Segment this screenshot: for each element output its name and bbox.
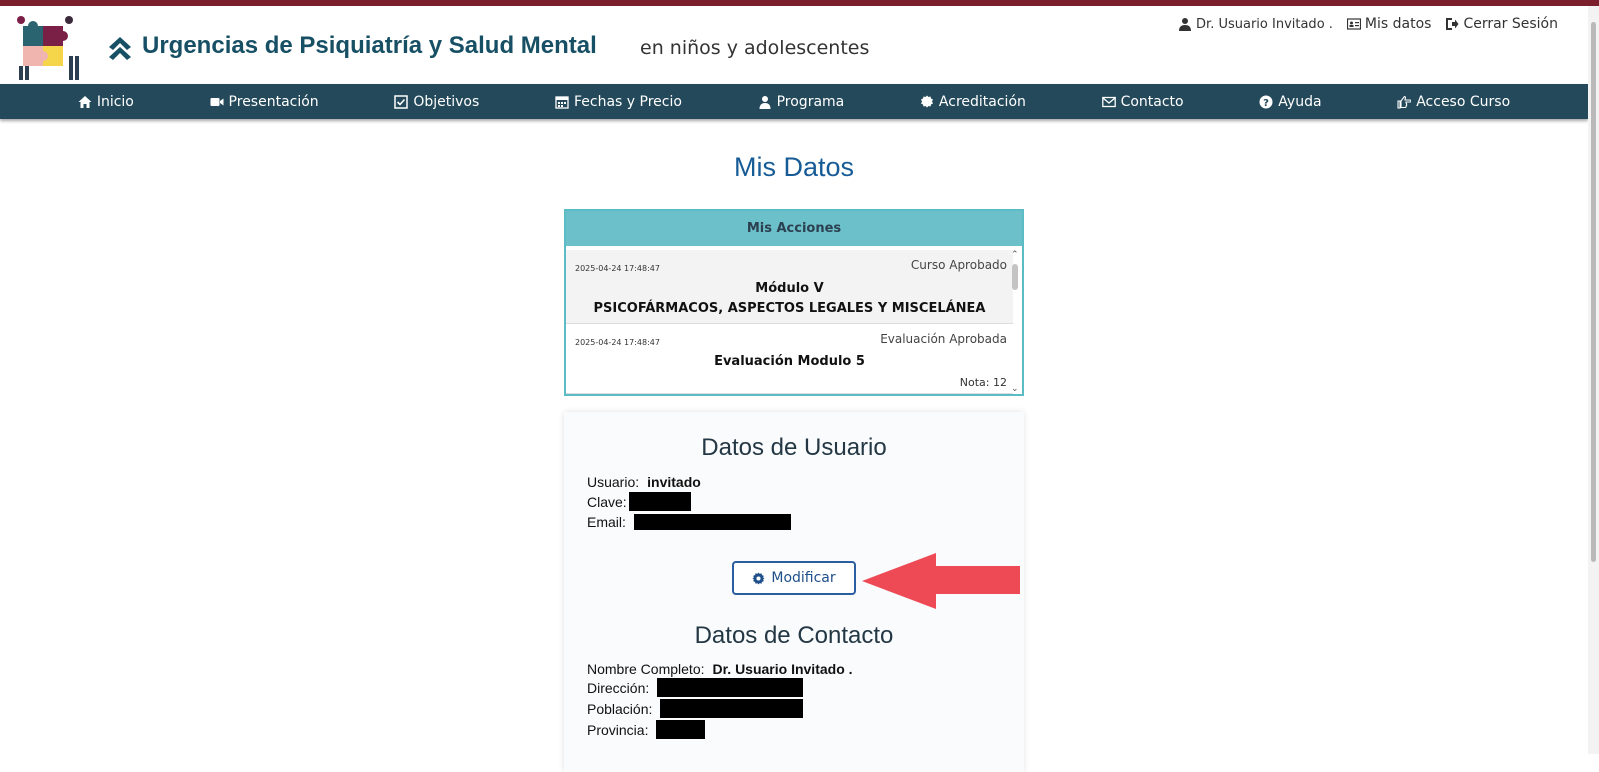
action-status: Curso Aprobado	[910, 258, 1007, 272]
user-data-heading: Datos de Usuario	[701, 434, 887, 461]
main-nav: Inicio Presentación Objetivos Fechas y P…	[0, 84, 1588, 119]
current-user-name: Dr. Usuario Invitado .	[1196, 16, 1333, 32]
nav-item-fechas[interactable]: Fechas y Precio	[555, 94, 682, 110]
fullname-value: Dr. Usuario Invitado .	[712, 661, 853, 677]
check-square-icon	[394, 94, 409, 109]
nav-item-objetivos[interactable]: Objetivos	[394, 94, 479, 110]
double-chevron-up-icon	[109, 37, 131, 60]
password-row: Clave:	[587, 492, 691, 511]
action-date: 2025-04-24 17:48:47	[575, 264, 660, 273]
action-date: 2025-04-24 17:48:47	[575, 338, 660, 347]
scroll-up-icon[interactable]: ⌃	[1011, 250, 1019, 260]
nav-label: Ayuda	[1278, 93, 1322, 110]
redacted-email	[633, 514, 791, 530]
site-title: Urgencias de Psiquiatría y Salud Mental	[142, 32, 597, 59]
actions-scrollbar-thumb[interactable]	[1012, 264, 1018, 290]
hand-point-right-icon	[1397, 95, 1412, 109]
actions-panel: Mis Acciones 2025-04-24 17:48:47 Curso A…	[564, 209, 1024, 396]
logout-link[interactable]: Cerrar Sesión	[1445, 16, 1558, 32]
email-row: Email:	[587, 514, 791, 530]
town-label: Población:	[587, 700, 653, 717]
nav-item-ayuda[interactable]: ? Ayuda	[1259, 93, 1322, 110]
user-icon	[1179, 18, 1192, 31]
puzzle-people-logo	[17, 16, 79, 80]
video-icon	[210, 97, 224, 106]
sign-out-icon	[1446, 18, 1459, 30]
site-header: Urgencias de Psiquiatría y Salud Mental …	[0, 6, 1588, 84]
province-row: Provincia:	[587, 720, 706, 739]
username-value: invitado	[647, 474, 701, 490]
scroll-down-icon[interactable]: ⌄	[1011, 384, 1019, 394]
nav-item-presentacion[interactable]: Presentación	[210, 94, 319, 110]
fullname-row: Nombre Completo: Dr. Usuario Invitado .	[587, 661, 853, 677]
logout-label: Cerrar Sesión	[1463, 16, 1558, 32]
nav-label: Programa	[776, 93, 845, 110]
nav-item-programa[interactable]: Programa	[758, 93, 845, 110]
town-row: Población:	[587, 699, 804, 718]
nav-label: Acceso Curso	[1416, 93, 1511, 110]
current-user: Dr. Usuario Invitado .	[1178, 17, 1333, 32]
nav-label: Contacto	[1120, 93, 1184, 110]
fullname-label: Nombre Completo:	[587, 661, 705, 677]
redacted-town	[660, 699, 804, 718]
nav-item-inicio[interactable]: Inicio	[78, 94, 134, 110]
contact-data-heading: Datos de Contacto	[694, 622, 894, 649]
action-grade: Nota: 12	[959, 376, 1007, 389]
nav-label: Inicio	[96, 93, 134, 110]
id-card-icon	[1346, 18, 1361, 30]
actions-scrollbar[interactable]: ⌃ ⌄	[1010, 250, 1020, 394]
nav-label: Objetivos	[413, 93, 480, 110]
nav-label: Presentación	[228, 93, 319, 110]
gear-icon	[752, 571, 765, 585]
username-label: Usuario:	[587, 474, 640, 490]
calendar-icon	[555, 95, 569, 109]
site-subtitle: en niños y adolescentes	[640, 37, 870, 59]
address-row: Dirección:	[587, 678, 804, 697]
envelope-icon	[1101, 96, 1116, 107]
list-item: 2025-04-24 17:48:47 Curso Aprobado Módul…	[566, 250, 1013, 324]
username-row: Usuario: invitado	[587, 474, 701, 490]
actions-panel-header: Mis Acciones	[566, 211, 1022, 248]
user-icon	[759, 95, 771, 109]
email-label: Email:	[587, 514, 626, 530]
list-item: 2025-04-24 17:48:47 Evaluación Aprobada …	[566, 324, 1013, 394]
province-label: Provincia:	[587, 721, 649, 738]
action-evaluation: Evaluación Modulo 5	[714, 354, 865, 369]
red-arrow-annotation	[862, 553, 1020, 609]
page-title: Mis Datos	[733, 152, 855, 182]
address-label: Dirección:	[587, 679, 650, 696]
my-data-label: Mis datos	[1364, 16, 1432, 32]
password-label: Clave:	[587, 493, 627, 510]
svg-text:?: ?	[1263, 98, 1269, 109]
home-icon	[78, 95, 92, 108]
nav-item-acceso[interactable]: Acceso Curso	[1397, 94, 1510, 110]
redacted-password	[628, 492, 691, 511]
page-scrollbar-thumb[interactable]	[1591, 22, 1596, 562]
modify-button-label: Modificar	[771, 570, 836, 586]
nav-item-acreditacion[interactable]: Acreditación	[920, 94, 1026, 110]
redacted-province	[656, 720, 706, 739]
top-user-menu: Dr. Usuario Invitado . Mis datos Cerrar …	[1178, 16, 1558, 32]
nav-label: Fechas y Precio	[573, 93, 682, 110]
action-module: Módulo V	[755, 281, 824, 296]
nav-label: Acreditación	[938, 93, 1026, 110]
question-icon: ?	[1259, 95, 1273, 109]
action-module-title: PSICOFÁRMACOS, ASPECTOS LEGALES Y MISCEL…	[593, 301, 986, 316]
page-scrollbar[interactable]	[1588, 6, 1599, 754]
certificate-icon	[920, 95, 933, 107]
modify-button[interactable]: Modificar	[732, 561, 856, 595]
redacted-address	[657, 678, 804, 697]
action-status: Evaluación Aprobada	[880, 332, 1007, 346]
nav-item-contacto[interactable]: Contacto	[1101, 93, 1184, 110]
actions-list[interactable]: 2025-04-24 17:48:47 Curso Aprobado Módul…	[566, 250, 1013, 394]
my-data-link[interactable]: Mis datos	[1346, 16, 1432, 32]
